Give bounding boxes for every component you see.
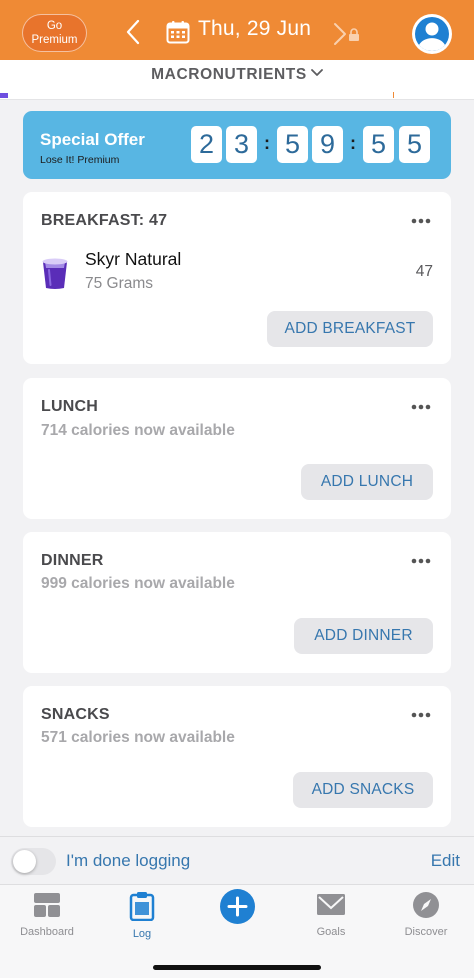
premium-label-line2: Premium bbox=[31, 34, 78, 46]
lunch-calories-available: 714 calories now available bbox=[41, 422, 235, 439]
tab-discover[interactable]: Discover bbox=[381, 891, 471, 943]
snacks-calories-available: 571 calories now available bbox=[41, 729, 235, 746]
macro-progress-marker-right bbox=[393, 92, 394, 98]
tab-goals-label: Goals bbox=[316, 926, 346, 938]
breakfast-card: BREAKFAST: 47 Skyr Natural 75 Grams 47 A… bbox=[23, 192, 451, 364]
plus-icon bbox=[227, 896, 248, 917]
add-snacks-button[interactable]: ADD SNACKS bbox=[293, 772, 433, 808]
breakfast-title: BREAKFAST: 47 bbox=[41, 212, 168, 229]
user-icon bbox=[415, 17, 449, 52]
top-header: Go Premium Thu, 29 Jun bbox=[0, 0, 474, 60]
premium-label-line1: Go bbox=[46, 20, 63, 32]
macronutrients-label: MACRONUTRIENTS bbox=[151, 66, 307, 83]
calendar-icon[interactable] bbox=[166, 20, 190, 44]
edit-link[interactable]: Edit bbox=[431, 851, 460, 871]
countdown-digit: 5 bbox=[277, 126, 308, 163]
yogurt-cup-icon bbox=[42, 258, 68, 289]
more-options-icon[interactable] bbox=[411, 712, 431, 718]
countdown-digit: 2 bbox=[191, 126, 222, 163]
chevron-left-icon[interactable] bbox=[124, 18, 144, 46]
done-logging-toggle[interactable] bbox=[11, 848, 56, 875]
chevron-down-icon bbox=[310, 69, 323, 76]
dinner-title: DINNER bbox=[41, 552, 104, 569]
tab-discover-label: Discover bbox=[404, 926, 448, 938]
offer-title: Special Offer bbox=[40, 130, 145, 149]
tab-goals[interactable]: Goals bbox=[286, 891, 376, 943]
done-logging-label[interactable]: I'm done logging bbox=[66, 851, 190, 871]
more-options-icon[interactable] bbox=[411, 218, 431, 224]
add-entry-button[interactable] bbox=[220, 889, 255, 924]
go-premium-button[interactable]: Go Premium bbox=[22, 14, 87, 52]
done-logging-row: I'm done logging Edit bbox=[0, 836, 474, 884]
chevron-right-icon[interactable] bbox=[332, 22, 348, 46]
special-offer-banner[interactable]: Special Offer Lose It! Premium 2 3 : 5 9… bbox=[23, 111, 451, 179]
lunch-card: LUNCH 714 calories now available ADD LUN… bbox=[23, 378, 451, 519]
tab-dashboard[interactable]: Dashboard bbox=[2, 891, 92, 943]
countdown-digit: 5 bbox=[363, 126, 394, 163]
snacks-title: SNACKS bbox=[41, 706, 110, 723]
macronutrients-title[interactable]: MACRONUTRIENTS bbox=[0, 66, 474, 84]
countdown-separator: : bbox=[350, 133, 356, 153]
clipboard-icon bbox=[129, 892, 155, 921]
tab-log-label: Log bbox=[132, 928, 152, 940]
add-breakfast-button[interactable]: ADD BREAKFAST bbox=[267, 311, 433, 347]
countdown-digit: 9 bbox=[312, 126, 343, 163]
dinner-card: DINNER 999 calories now available ADD DI… bbox=[23, 532, 451, 673]
toggle-knob bbox=[13, 850, 36, 873]
snacks-card: SNACKS 571 calories now available ADD SN… bbox=[23, 686, 451, 827]
food-quantity: 75 Grams bbox=[85, 275, 154, 292]
food-name: Skyr Natural bbox=[85, 249, 182, 269]
profile-avatar[interactable] bbox=[412, 14, 452, 54]
add-dinner-button[interactable]: ADD DINNER bbox=[294, 618, 433, 654]
lock-icon bbox=[349, 28, 359, 41]
dinner-calories-available: 999 calories now available bbox=[41, 575, 235, 592]
macro-progress-marker-left bbox=[0, 93, 8, 98]
goals-icon bbox=[317, 894, 345, 915]
more-options-icon[interactable] bbox=[411, 404, 431, 410]
add-lunch-button[interactable]: ADD LUNCH bbox=[301, 464, 433, 500]
compass-icon bbox=[413, 892, 439, 918]
current-date[interactable]: Thu, 29 Jun bbox=[198, 17, 311, 41]
countdown-digit: 5 bbox=[399, 126, 430, 163]
food-calories: 47 bbox=[415, 263, 433, 280]
dashboard-icon bbox=[34, 893, 60, 917]
lunch-title: LUNCH bbox=[41, 398, 98, 415]
offer-subtitle: Lose It! Premium bbox=[40, 154, 120, 166]
tab-dashboard-label: Dashboard bbox=[20, 926, 74, 938]
macronutrients-bar[interactable]: MACRONUTRIENTS bbox=[0, 60, 474, 100]
countdown-separator: : bbox=[264, 133, 270, 153]
tab-log[interactable]: Log bbox=[97, 891, 187, 943]
home-indicator bbox=[153, 965, 321, 970]
more-options-icon[interactable] bbox=[411, 558, 431, 564]
countdown-digit: 3 bbox=[226, 126, 257, 163]
bottom-tab-bar: Dashboard Log Goals Discover bbox=[0, 884, 474, 978]
